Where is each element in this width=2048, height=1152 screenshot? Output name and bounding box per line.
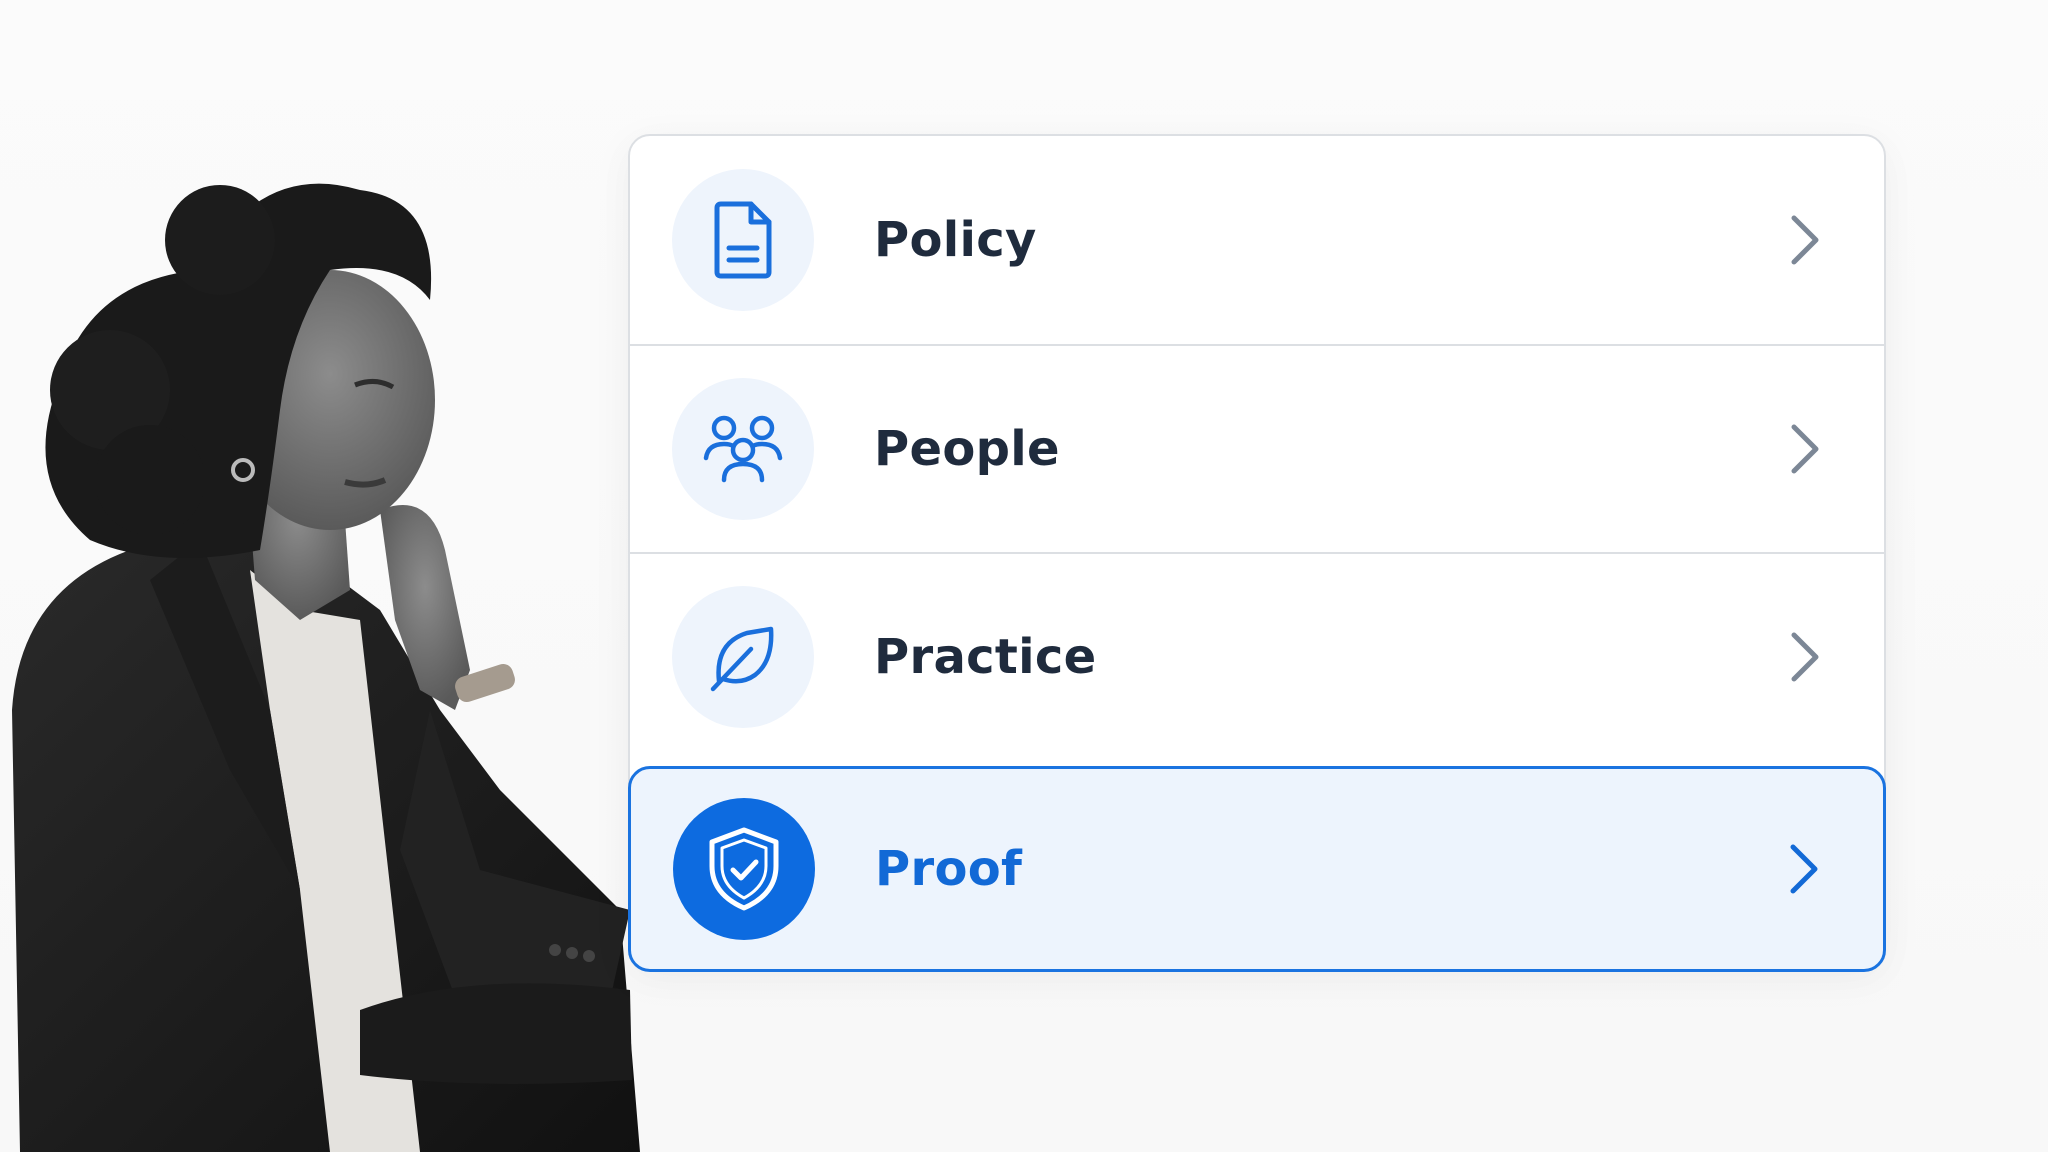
stage: Policy People Practice Proof xyxy=(0,0,2048,1152)
chevron-right-icon xyxy=(1791,632,1819,682)
person-photo xyxy=(12,183,640,1152)
menu-item-label: Practice xyxy=(874,629,1097,685)
menu-item-policy[interactable]: Policy xyxy=(630,136,1884,344)
chevron-right-icon xyxy=(1791,424,1819,474)
menu-item-label: People xyxy=(874,421,1060,477)
chevron-right-icon xyxy=(1791,215,1819,265)
practice-icon-badge xyxy=(672,586,814,728)
leaf-icon xyxy=(710,626,774,692)
menu-item-practice[interactable]: Practice xyxy=(630,554,1884,760)
people-group-icon xyxy=(703,415,783,483)
chevron-right-icon xyxy=(1790,844,1818,894)
menu-item-people[interactable]: People xyxy=(630,346,1884,552)
menu-item-proof[interactable]: Proof xyxy=(628,766,1886,972)
shield-check-icon xyxy=(709,827,779,911)
menu-item-label: Proof xyxy=(875,841,1023,897)
proof-icon-badge xyxy=(673,798,815,940)
pillars-menu: Policy People Practice Proof xyxy=(628,134,1886,972)
document-icon xyxy=(714,201,772,279)
people-icon-badge xyxy=(672,378,814,520)
menu-item-label: Policy xyxy=(874,212,1037,268)
policy-icon-badge xyxy=(672,169,814,311)
